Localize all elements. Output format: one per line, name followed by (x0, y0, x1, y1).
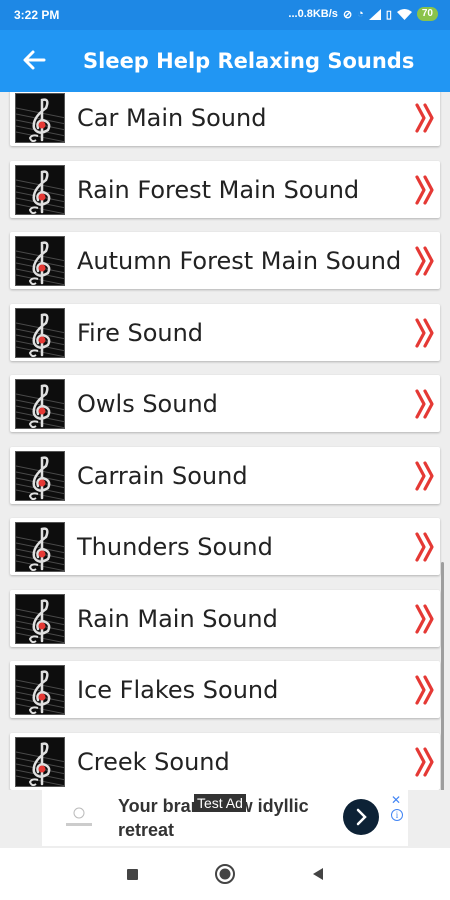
sound-row[interactable]: Fire Sound (10, 303, 440, 361)
sound-row[interactable]: Owls Sound (10, 375, 440, 432)
signal-icon (368, 8, 381, 20)
scrollbar[interactable] (441, 562, 444, 790)
sound-label: Carrain Sound (77, 461, 248, 490)
app-bar: Sleep Help Relaxing Sounds (0, 30, 450, 92)
music-note-icon (15, 236, 65, 286)
music-note-icon (15, 307, 65, 358)
ad-banner[interactable]: Your brand new idyllic retreat Test Ad ✕… (42, 790, 408, 846)
status-time: 3:22 PM (14, 8, 60, 22)
music-note-icon (15, 93, 65, 143)
sound-label: Rain Forest Main Sound (77, 175, 360, 204)
double-chevron-right-icon[interactable] (414, 101, 436, 135)
double-chevron-right-icon[interactable] (414, 387, 436, 421)
double-chevron-right-icon[interactable] (414, 173, 436, 207)
status-icons: ...0.8KB/s ⊘ ◔ ▯ 70 (288, 7, 438, 21)
double-chevron-right-icon[interactable] (414, 673, 436, 707)
sound-row[interactable]: Ice Flakes Sound (10, 661, 440, 718)
sound-list[interactable]: Car Main Sound Rain Forest Main Sound Autu… (0, 92, 450, 790)
sound-label: Thunders Sound (77, 533, 273, 561)
sound-row[interactable]: Creek Sound (10, 732, 440, 790)
arrow-left-icon (23, 50, 46, 70)
volte-icon: ▯ (385, 8, 392, 21)
alarm-icon: ◔ (357, 8, 364, 20)
music-note-icon (15, 522, 65, 572)
sound-label: Owls Sound (77, 390, 218, 418)
sound-row[interactable]: Thunders Sound (10, 518, 440, 575)
battery-icon: 70 (416, 7, 438, 21)
music-note-icon (15, 593, 65, 644)
double-chevron-right-icon[interactable] (414, 459, 436, 493)
ad-close-icon[interactable]: ✕ (391, 793, 401, 807)
sync-off-icon: ⊘ (342, 8, 353, 21)
sound-row[interactable]: Car Main Sound (10, 92, 440, 146)
music-note-icon (15, 665, 65, 715)
back-button[interactable] (18, 44, 50, 76)
sound-label: Autumn Forest Main Sound (77, 247, 402, 275)
sound-row[interactable]: Rain Forest Main Sound (10, 160, 440, 218)
music-note-icon (15, 379, 65, 429)
home-circle-icon[interactable] (213, 862, 237, 886)
test-ad-badge: Test Ad (194, 794, 246, 812)
music-note-icon (15, 450, 65, 501)
double-chevron-right-icon[interactable] (414, 745, 436, 779)
music-note-icon (15, 164, 65, 215)
sound-row[interactable]: Carrain Sound (10, 446, 440, 504)
sound-label: Fire Sound (77, 318, 204, 347)
network-speed: ...0.8KB/s (288, 8, 338, 20)
brand-logo-icon (66, 807, 92, 826)
double-chevron-right-icon[interactable] (414, 244, 436, 278)
sound-label: Car Main Sound (77, 104, 267, 132)
back-triangle-icon[interactable] (306, 862, 330, 886)
wifi-icon (396, 8, 412, 20)
chevron-right-icon (356, 808, 367, 826)
ad-open-button[interactable] (343, 799, 379, 835)
recents-square-icon[interactable] (120, 862, 144, 886)
double-chevron-right-icon[interactable] (414, 530, 436, 564)
page-title: Sleep Help Relaxing Sounds (83, 49, 415, 73)
system-nav-bar (0, 848, 450, 900)
double-chevron-right-icon[interactable] (414, 316, 436, 350)
ad-info-icon[interactable]: i (391, 809, 403, 821)
sound-label: Rain Main Sound (77, 604, 278, 633)
double-chevron-right-icon[interactable] (414, 602, 436, 636)
status-bar: 3:22 PM ...0.8KB/s ⊘ ◔ ▯ 70 (0, 0, 450, 30)
sound-label: Creek Sound (77, 747, 230, 776)
music-note-icon (15, 736, 65, 787)
sound-label: Ice Flakes Sound (77, 676, 279, 704)
sound-row[interactable]: Rain Main Sound (10, 589, 440, 647)
sound-row[interactable]: Autumn Forest Main Sound (10, 232, 440, 289)
